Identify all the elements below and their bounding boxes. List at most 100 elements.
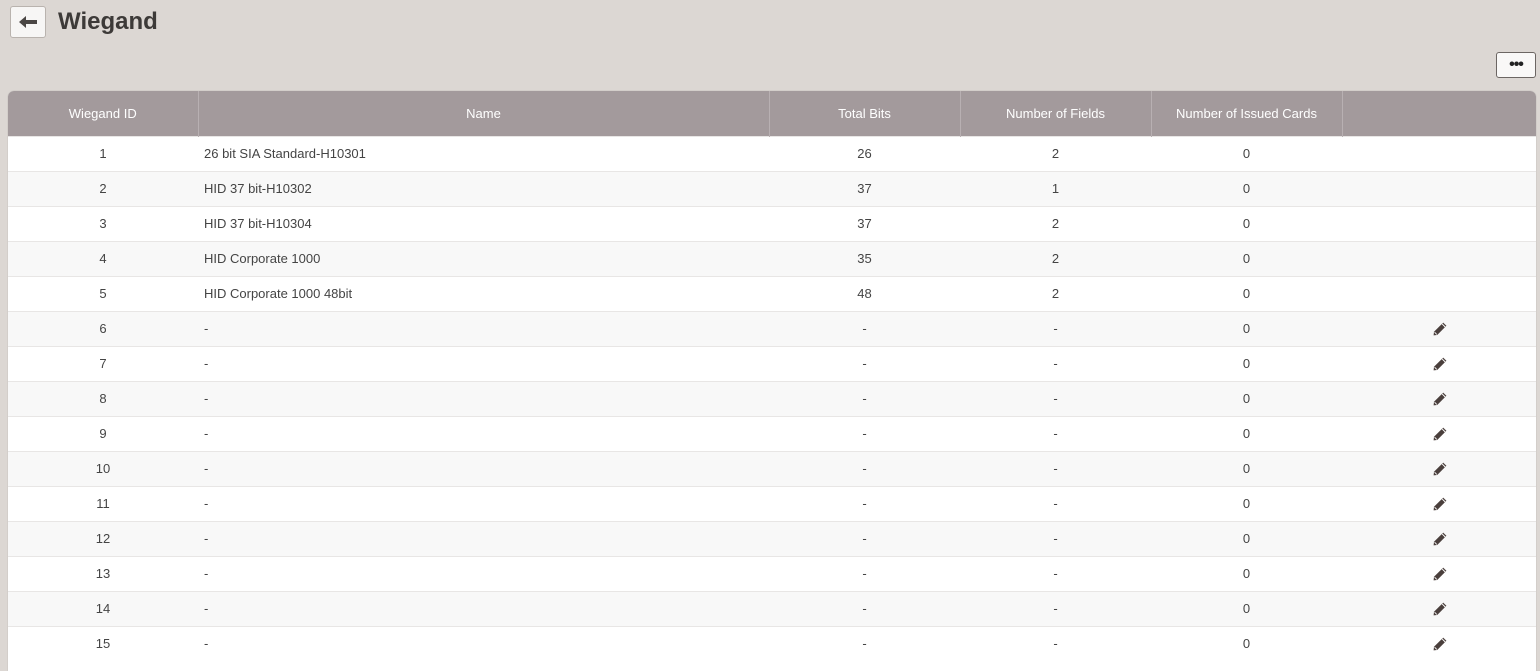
cell-total-bits: 35	[769, 240, 960, 276]
cell-number-of-fields: -	[960, 625, 1151, 661]
cell-name: 26 bit SIA Standard-H10301	[198, 135, 769, 171]
wiegand-table: Wiegand ID Name Total Bits Number of Fie…	[8, 91, 1536, 661]
pencil-icon[interactable]	[1432, 321, 1448, 337]
cell-total-bits: -	[769, 590, 960, 626]
cell-name: -	[198, 380, 769, 416]
cell-number-of-issued-cards: 0	[1151, 380, 1342, 416]
table-row[interactable]: 10- - -0	[8, 450, 1536, 486]
cell-name: HID Corporate 1000 48bit	[198, 275, 769, 311]
table-row[interactable]: 5 HID Corporate 1000 48bit 48 2 0	[8, 275, 1536, 311]
cell-total-bits: -	[769, 415, 960, 451]
table-row[interactable]: 1 26 bit SIA Standard-H10301 26 2 0	[8, 135, 1536, 171]
pencil-icon[interactable]	[1432, 566, 1448, 582]
cell-actions	[1342, 345, 1536, 381]
table-row[interactable]: 3 HID 37 bit-H10304 37 2 0	[8, 205, 1536, 241]
cell-wiegand-id: 10	[8, 450, 198, 486]
pencil-icon[interactable]	[1432, 636, 1448, 652]
column-header-actions	[1342, 91, 1536, 136]
table-row[interactable]: 2 HID 37 bit-H10302 37 1 0	[8, 170, 1536, 206]
pencil-icon[interactable]	[1432, 356, 1448, 372]
column-header-wiegand-id[interactable]: Wiegand ID	[8, 91, 199, 136]
table-row[interactable]: 13- - -0	[8, 555, 1536, 591]
page-header: Wiegand •••	[0, 0, 1540, 90]
cell-number-of-fields: -	[960, 450, 1151, 486]
cell-number-of-fields: -	[960, 310, 1151, 346]
pencil-icon[interactable]	[1432, 601, 1448, 617]
pencil-icon[interactable]	[1432, 531, 1448, 547]
cell-wiegand-id: 15	[8, 625, 198, 661]
table-row[interactable]: 4 HID Corporate 1000 35 2 0	[8, 240, 1536, 276]
cell-number-of-issued-cards: 0	[1151, 205, 1342, 241]
cell-actions	[1342, 415, 1536, 451]
cell-total-bits: -	[769, 625, 960, 661]
table-row[interactable]: 15- - -0	[8, 625, 1536, 661]
cell-total-bits: -	[769, 310, 960, 346]
cell-number-of-issued-cards: 0	[1151, 555, 1342, 591]
pencil-icon[interactable]	[1432, 426, 1448, 442]
cell-number-of-fields: 2	[960, 205, 1151, 241]
cell-number-of-fields: -	[960, 485, 1151, 521]
cell-actions	[1342, 625, 1536, 661]
cell-number-of-fields: 2	[960, 135, 1151, 171]
arrow-left-icon	[19, 16, 37, 28]
table-row[interactable]: 9---0	[8, 415, 1536, 451]
cell-number-of-issued-cards: 0	[1151, 485, 1342, 521]
cell-name: -	[198, 450, 769, 486]
page-title: Wiegand	[58, 8, 158, 35]
cell-actions	[1342, 170, 1536, 206]
cell-wiegand-id: 7	[8, 345, 198, 381]
cell-name: -	[198, 520, 769, 556]
cell-actions	[1342, 240, 1536, 276]
cell-number-of-issued-cards: 0	[1151, 625, 1342, 661]
column-header-number-of-fields[interactable]: Number of Fields	[960, 91, 1152, 136]
column-header-number-of-issued-cards[interactable]: Number of Issued Cards	[1151, 91, 1343, 136]
cell-wiegand-id: 4	[8, 240, 198, 276]
cell-total-bits: 37	[769, 170, 960, 206]
cell-number-of-issued-cards: 0	[1151, 240, 1342, 276]
cell-wiegand-id: 12	[8, 520, 198, 556]
table-row[interactable]: 11- - -0	[8, 485, 1536, 521]
table-row[interactable]: 6---0	[8, 310, 1536, 346]
column-header-total-bits[interactable]: Total Bits	[769, 91, 961, 136]
column-header-name[interactable]: Name	[198, 91, 770, 136]
pencil-icon[interactable]	[1432, 391, 1448, 407]
cell-number-of-fields: 1	[960, 170, 1151, 206]
cell-number-of-issued-cards: 0	[1151, 590, 1342, 626]
cell-number-of-fields: -	[960, 590, 1151, 626]
cell-total-bits: -	[769, 380, 960, 416]
cell-wiegand-id: 14	[8, 590, 198, 626]
cell-actions	[1342, 310, 1536, 346]
cell-actions	[1342, 450, 1536, 486]
back-button[interactable]	[10, 6, 46, 38]
cell-total-bits: -	[769, 450, 960, 486]
cell-wiegand-id: 11	[8, 485, 198, 521]
cell-total-bits: -	[769, 555, 960, 591]
pencil-icon[interactable]	[1432, 496, 1448, 512]
table-row[interactable]: 7---0	[8, 345, 1536, 381]
wiegand-table-container: Wiegand ID Name Total Bits Number of Fie…	[8, 91, 1536, 671]
cell-number-of-fields: 2	[960, 275, 1151, 311]
table-row[interactable]: 14- - -0	[8, 590, 1536, 626]
cell-name: -	[198, 345, 769, 381]
cell-number-of-fields: -	[960, 415, 1151, 451]
cell-number-of-fields: -	[960, 555, 1151, 591]
cell-number-of-issued-cards: 0	[1151, 275, 1342, 311]
pencil-icon[interactable]	[1432, 461, 1448, 477]
cell-number-of-fields: -	[960, 380, 1151, 416]
cell-number-of-issued-cards: 0	[1151, 520, 1342, 556]
cell-number-of-issued-cards: 0	[1151, 450, 1342, 486]
more-options-button[interactable]: •••	[1496, 52, 1536, 78]
cell-wiegand-id: 8	[8, 380, 198, 416]
cell-total-bits: -	[769, 520, 960, 556]
cell-name: -	[198, 625, 769, 661]
table-row[interactable]: 8---0	[8, 380, 1536, 416]
cell-wiegand-id: 13	[8, 555, 198, 591]
table-row[interactable]: 12- - -0	[8, 520, 1536, 556]
cell-actions	[1342, 205, 1536, 241]
cell-total-bits: 48	[769, 275, 960, 311]
cell-number-of-issued-cards: 0	[1151, 345, 1342, 381]
cell-name: -	[198, 310, 769, 346]
cell-number-of-fields: -	[960, 520, 1151, 556]
table-header-row: Wiegand ID Name Total Bits Number of Fie…	[8, 91, 1536, 136]
cell-number-of-issued-cards: 0	[1151, 135, 1342, 171]
